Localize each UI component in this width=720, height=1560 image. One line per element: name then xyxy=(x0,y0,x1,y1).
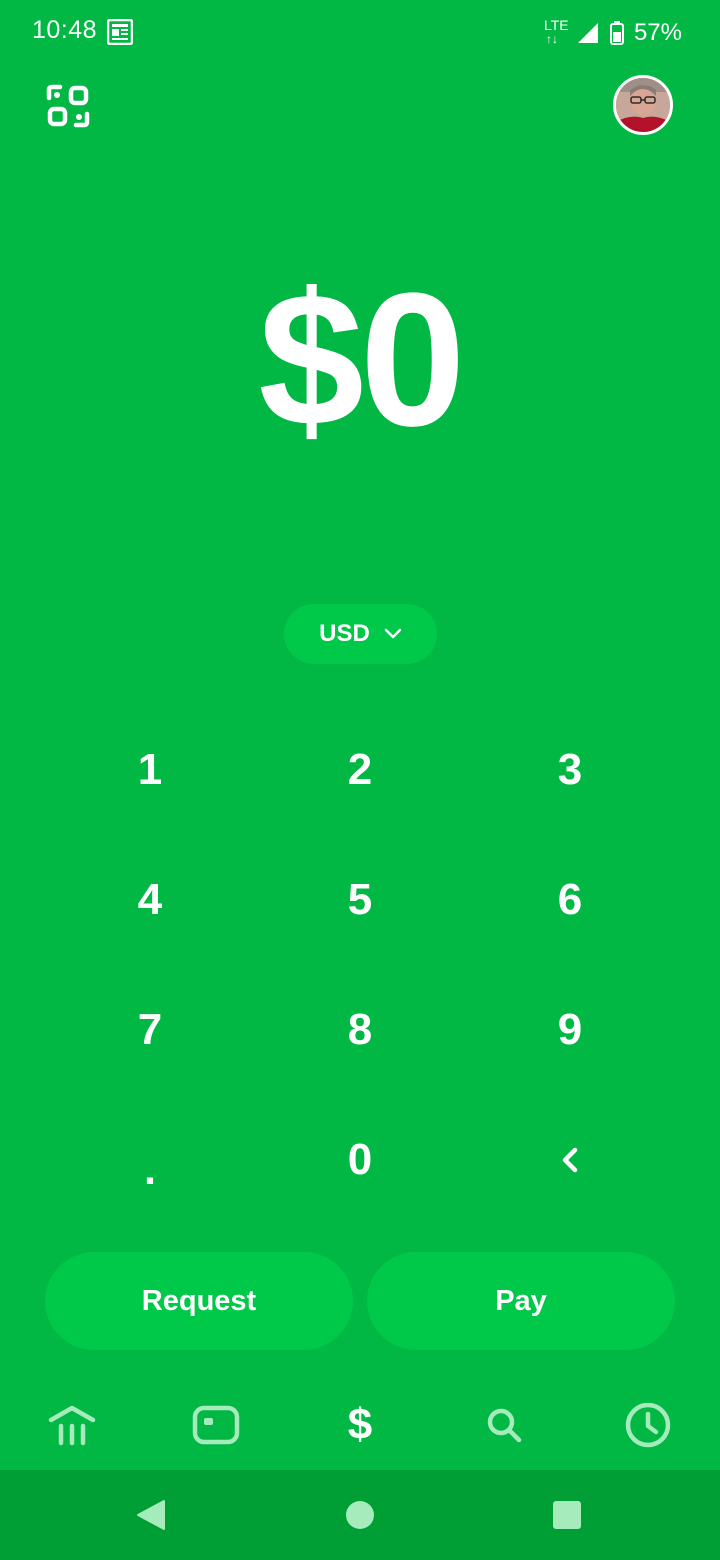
recents-icon[interactable] xyxy=(550,1498,584,1532)
chevron-left-icon xyxy=(562,1147,578,1173)
status-bar: 10:48 LTE ↑↓ 57% xyxy=(0,0,720,66)
news-icon xyxy=(107,19,133,45)
avatar-image xyxy=(616,78,670,132)
key-3[interactable]: 3 xyxy=(470,720,670,820)
key-1[interactable]: 1 xyxy=(50,720,250,820)
tab-search[interactable] xyxy=(479,1400,529,1450)
profile-avatar[interactable] xyxy=(613,75,673,135)
key-9[interactable]: 9 xyxy=(470,980,670,1080)
key-8[interactable]: 8 xyxy=(260,980,460,1080)
currency-selector[interactable]: USD xyxy=(284,604,437,664)
signal-icon xyxy=(577,23,598,43)
chevron-down-icon xyxy=(384,628,402,639)
lte-indicator: LTE ↑↓ xyxy=(543,17,569,46)
request-button[interactable]: Request xyxy=(45,1252,353,1350)
system-nav-bar xyxy=(0,1470,720,1560)
status-time: 10:48 xyxy=(32,16,98,44)
tab-activity[interactable] xyxy=(623,1400,673,1450)
clock-icon xyxy=(625,1402,671,1448)
key-decimal[interactable]: . xyxy=(50,1110,250,1210)
search-icon xyxy=(487,1408,522,1443)
qr-scan-button[interactable] xyxy=(46,84,90,128)
key-6[interactable]: 6 xyxy=(470,850,670,950)
home-icon[interactable] xyxy=(343,1498,377,1532)
dollar-icon: $ xyxy=(347,1400,373,1449)
qr-scan-icon xyxy=(46,84,90,128)
tab-card[interactable] xyxy=(191,1400,241,1450)
key-0[interactable]: 0 xyxy=(260,1110,460,1210)
bank-icon xyxy=(48,1405,96,1446)
tab-banking[interactable] xyxy=(47,1400,97,1450)
battery-icon xyxy=(609,21,624,45)
currency-label: USD xyxy=(319,620,370,647)
tab-cash[interactable]: $ xyxy=(335,1400,385,1450)
pay-button[interactable]: Pay xyxy=(367,1252,675,1350)
key-backspace[interactable] xyxy=(470,1110,670,1210)
card-icon xyxy=(192,1405,240,1445)
key-7[interactable]: 7 xyxy=(50,980,250,1080)
status-right: LTE ↑↓ 57% xyxy=(544,16,682,50)
key-4[interactable]: 4 xyxy=(50,850,250,950)
key-2[interactable]: 2 xyxy=(260,720,460,820)
battery-percent: 57% xyxy=(633,19,682,46)
key-5[interactable]: 5 xyxy=(260,850,460,950)
back-icon[interactable] xyxy=(134,1498,168,1532)
amount-display: $0 xyxy=(258,254,465,466)
